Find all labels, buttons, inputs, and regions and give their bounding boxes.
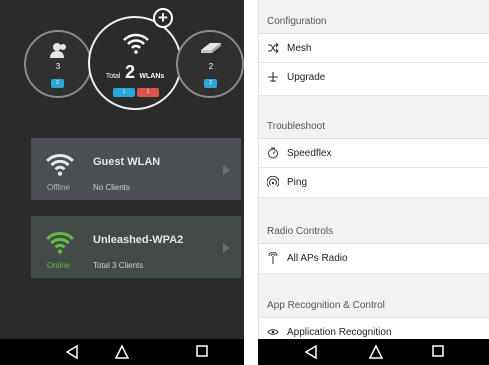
android-nav-bar bbox=[0, 339, 244, 365]
eye-icon bbox=[267, 329, 279, 335]
total-value: 2 bbox=[124, 62, 135, 82]
status-bar bbox=[0, 0, 244, 6]
wlans-badge-blue: 1 bbox=[113, 88, 135, 97]
menu-item-label: All APs Radio bbox=[287, 253, 348, 264]
wlan-name: Guest WLAN bbox=[93, 156, 161, 168]
menu-item-speedflex[interactable]: Speedflex bbox=[259, 139, 489, 168]
section-header: Configuration bbox=[259, 0, 489, 34]
menu-item-label: Application Recognition bbox=[287, 327, 392, 338]
section-title: Configuration bbox=[267, 16, 327, 27]
wlan-card-unleashed[interactable]: Unleashed-WPA2 Online Total 3 Clients bbox=[31, 216, 241, 278]
total-wlans-label: Total 2 WLANs bbox=[90, 62, 180, 83]
recents-icon[interactable] bbox=[196, 345, 208, 357]
section-header: App Recognition & Control bbox=[259, 274, 489, 318]
back-icon[interactable] bbox=[65, 344, 79, 360]
chevron-right-icon bbox=[223, 165, 230, 175]
access-point-icon bbox=[201, 43, 221, 53]
aps-count: 2 bbox=[208, 62, 214, 71]
menu-item-ping[interactable]: Ping bbox=[259, 168, 489, 198]
android-nav-bar bbox=[258, 339, 489, 365]
wlans-badge-red: 1 bbox=[137, 88, 159, 97]
total-prefix: Total bbox=[105, 73, 121, 80]
wlan-clients: No Clients bbox=[93, 183, 130, 192]
users-icon bbox=[50, 43, 66, 58]
airplane-icon bbox=[268, 72, 278, 82]
wlan-clients: Total 3 Clients bbox=[93, 261, 144, 270]
section-title: Radio Controls bbox=[267, 226, 334, 237]
wlan-status: Offline bbox=[47, 183, 70, 192]
wlan-card-guest[interactable]: Guest WLAN Offline No Clients bbox=[31, 138, 241, 200]
total-suffix: WLANs bbox=[139, 73, 165, 80]
section-title: App Recognition & Control bbox=[267, 300, 385, 311]
menu-item-label: Speedflex bbox=[287, 148, 332, 159]
chevron-right-icon bbox=[223, 243, 230, 253]
menu-item-mesh[interactable]: Mesh bbox=[259, 34, 489, 63]
clients-summary-circle[interactable]: 3 2 bbox=[24, 30, 92, 98]
aps-badge: 2 bbox=[204, 79, 217, 88]
wifi-icon bbox=[123, 33, 149, 54]
menu-item-label: Mesh bbox=[287, 43, 312, 54]
aps-summary-circle[interactable]: 2 2 bbox=[176, 30, 244, 98]
wlan-status: Online bbox=[47, 261, 71, 270]
settings-panel: Configuration Mesh Upgrade Troubleshoot … bbox=[258, 0, 489, 339]
section-title: Troubleshoot bbox=[267, 121, 325, 132]
section-header: Radio Controls bbox=[259, 198, 489, 244]
clients-badge: 2 bbox=[51, 79, 64, 88]
recents-icon[interactable] bbox=[432, 345, 444, 357]
signal-icon bbox=[267, 176, 279, 187]
wifi-icon bbox=[46, 154, 74, 176]
wifi-icon bbox=[46, 232, 74, 254]
timer-icon bbox=[268, 147, 278, 159]
clients-count: 3 bbox=[55, 62, 61, 71]
shuffle-icon bbox=[268, 42, 279, 54]
wlan-dashboard-panel: 3 2 Total 2 WLANs 1 1 2 2 + Guest WLAN O… bbox=[0, 0, 244, 365]
menu-item-label: Upgrade bbox=[287, 72, 326, 83]
menu-item-label: Ping bbox=[287, 177, 308, 188]
wlan-name: Unleashed-WPA2 bbox=[93, 234, 184, 246]
wlans-summary-circle[interactable]: Total 2 WLANs 1 1 bbox=[88, 16, 182, 110]
add-button[interactable]: + bbox=[153, 8, 173, 28]
back-icon[interactable] bbox=[304, 344, 318, 360]
home-icon[interactable] bbox=[114, 344, 130, 360]
menu-item-all-aps-radio[interactable]: All APs Radio bbox=[259, 244, 489, 274]
menu-item-application-recognition[interactable]: Application Recognition bbox=[259, 318, 489, 339]
menu-item-upgrade[interactable]: Upgrade bbox=[259, 63, 489, 96]
antenna-icon bbox=[268, 252, 278, 264]
home-icon[interactable] bbox=[368, 344, 384, 360]
section-header: Troubleshoot bbox=[259, 96, 489, 139]
